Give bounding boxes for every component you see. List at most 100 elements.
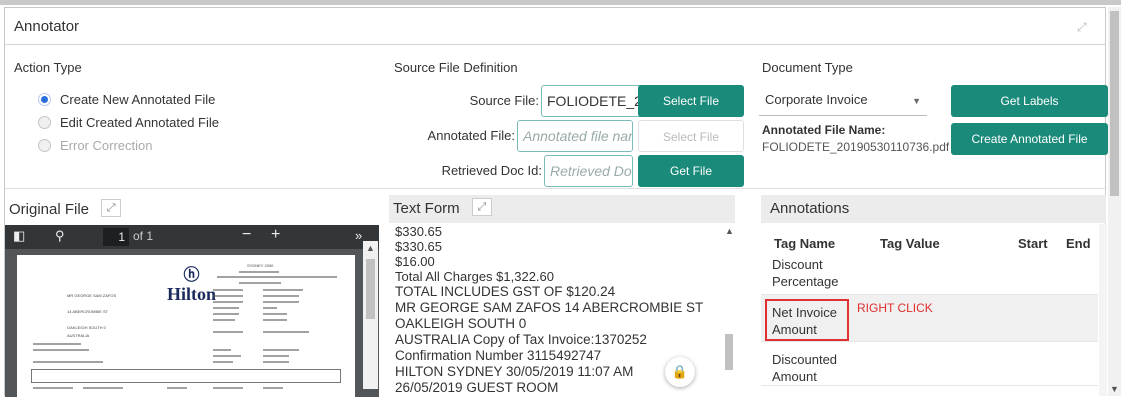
pdf-line <box>213 355 241 357</box>
pdf-line <box>33 361 103 363</box>
text-line[interactable]: OAKLEIGH SOUTH 0 <box>389 316 722 332</box>
text-line[interactable]: $330.65 <box>389 239 722 254</box>
pdf-line <box>239 282 281 284</box>
text-form-scrollbar[interactable]: ▲ <box>722 224 736 396</box>
pdf-page: ⓗ Hilton SYDNEY 2000 MR GEORGE SAM ZAFOS… <box>17 255 355 405</box>
get-file-button[interactable]: Get File <box>638 155 744 187</box>
pdf-line <box>263 289 303 291</box>
original-file-heading: Original File ⤢ <box>5 196 379 224</box>
pdf-line <box>263 361 289 363</box>
pdf-line <box>83 387 123 389</box>
text-line[interactable]: AUSTRALIA Copy of Tax Invoice:1370252 <box>389 332 722 348</box>
pdf-line <box>33 387 73 389</box>
pdf-line <box>263 319 287 321</box>
pdf-line <box>263 387 283 389</box>
radio-create-new[interactable]: Create New Annotated File <box>38 92 215 107</box>
original-file-title: Original File <box>9 201 90 218</box>
pdf-line <box>213 295 243 297</box>
zoom-in-button[interactable]: + <box>271 226 280 244</box>
radio-edit-created[interactable]: Edit Created Annotated File <box>38 115 219 130</box>
pdf-line <box>263 331 309 333</box>
pdf-country: AUSTRALIA <box>67 333 90 338</box>
select-source-file-button[interactable]: Select File <box>638 85 744 117</box>
right-click-callout: RIGHT CLICK <box>857 301 933 315</box>
radio-dot[interactable] <box>38 93 51 106</box>
text-line[interactable]: TOTAL INCLUDES GST OF $120.24 <box>389 284 722 300</box>
sidebar-toggle-icon[interactable]: ◧ <box>13 228 25 244</box>
annotations-table: Tag Name Tag Value Start End Discount Pe… <box>761 224 1098 396</box>
hilton-emblem: ⓗ <box>183 267 200 284</box>
radio-label: Error Correction <box>60 138 153 153</box>
chevron-up-icon[interactable]: ▲ <box>725 226 734 236</box>
text-form-scroll-thumb[interactable] <box>725 334 733 370</box>
search-icon[interactable]: ⚲ <box>55 228 65 244</box>
fullscreen-icon[interactable]: ⤢ <box>471 198 492 217</box>
annotation-tag-name: Discounted Amount <box>772 352 838 384</box>
annotated-file-name-label: Annotated File Name: <box>762 123 886 137</box>
col-start: Start <box>1018 236 1048 251</box>
annotations-heading: Annotations <box>761 195 1106 223</box>
pdf-line <box>263 355 289 357</box>
annotation-row[interactable]: Discount Percentage <box>761 251 1098 295</box>
pdf-line <box>213 349 231 351</box>
text-line[interactable]: Total All Charges $1,322.60 <box>389 269 722 284</box>
page-scrollbar[interactable]: ▼ <box>1108 7 1121 396</box>
title-bar: Annotator ⤢ <box>5 8 1105 45</box>
chevron-up-icon[interactable]: ▲ <box>366 243 375 253</box>
pdf-table-header <box>31 369 341 383</box>
page-count: of 1 <box>133 229 154 243</box>
more-tools-icon[interactable]: » <box>355 228 362 243</box>
pdf-line <box>213 361 233 363</box>
retrieved-doc-id-input[interactable]: Retrieved Doc Id <box>544 155 633 187</box>
pdf-line <box>167 387 187 389</box>
create-annotated-file-button[interactable]: Create Annotated File <box>951 123 1108 155</box>
radio-dot[interactable] <box>38 116 51 129</box>
pdf-line <box>213 387 243 389</box>
document-type-heading: Document Type <box>762 60 853 75</box>
chevron-down-icon: ▼ <box>912 96 921 106</box>
page-scroll-thumb[interactable] <box>1110 11 1119 196</box>
pdf-line <box>213 313 239 315</box>
col-tag-name: Tag Name <box>774 236 836 251</box>
annotation-row-selected[interactable]: Net Invoice Amount RIGHT CLICK <box>761 295 1098 342</box>
lock-icon[interactable]: 🔒 <box>665 357 695 387</box>
document-type-value: Corporate Invoice <box>765 92 868 107</box>
pdf-scrollbar[interactable]: ▲ <box>363 241 378 389</box>
pdf-viewport: ⓗ Hilton SYDNEY 2000 MR GEORGE SAM ZAFOS… <box>5 249 379 405</box>
text-form-heading: Text Form ⤢ <box>389 195 735 223</box>
pdf-line <box>263 307 277 309</box>
zoom-out-button[interactable]: − <box>242 226 251 244</box>
annotated-file-input[interactable]: Annotated file nam <box>517 120 633 152</box>
annotated-file-name-value: FOLIODETE_20190530110736.pdf <box>762 140 950 154</box>
fullscreen-icon[interactable]: ⤢ <box>101 199 122 218</box>
pdf-line <box>33 349 89 351</box>
hilton-wordmark: Hilton <box>167 284 217 304</box>
annotation-row[interactable]: Discounted Amount <box>761 342 1098 386</box>
expand-icon[interactable]: ⤢ <box>1077 20 1091 34</box>
annotations-scrollbar[interactable] <box>1099 224 1107 396</box>
annotation-tag-name: Discount Percentage <box>772 257 839 289</box>
pdf-line <box>239 271 279 273</box>
pdf-line <box>33 343 81 345</box>
select-annotated-file-button: Select File <box>638 120 744 152</box>
pdf-line <box>263 313 287 315</box>
text-line[interactable]: $330.65 <box>389 224 722 239</box>
pdf-line <box>217 276 337 278</box>
text-line[interactable]: $16.00 <box>389 254 722 269</box>
document-type-select[interactable]: Corporate Invoice ▼ <box>759 86 927 116</box>
pdf-address2: OAKLEIGH SOUTH 0 <box>67 325 106 330</box>
window-title: Annotator <box>14 18 80 35</box>
get-labels-button[interactable]: Get Labels <box>951 85 1108 117</box>
radio-dot <box>38 139 51 152</box>
hilton-logo: ⓗ Hilton <box>167 261 216 303</box>
action-type-heading: Action Type <box>14 60 82 75</box>
pdf-scroll-thumb[interactable] <box>366 259 375 319</box>
text-line[interactable]: MR GEORGE SAM ZAFOS 14 ABERCROMBIE ST <box>389 300 722 316</box>
pdf-line <box>263 295 299 297</box>
pdf-address1: 14 ABERCROMBIE ST <box>67 309 109 314</box>
pdf-guest: MR GEORGE SAM ZAFOS <box>67 293 117 298</box>
pdf-line <box>263 301 299 303</box>
retrieved-doc-id-label: Retrieved Doc Id: <box>441 163 542 178</box>
chevron-down-icon[interactable]: ▼ <box>1110 384 1119 394</box>
page-number-input[interactable]: 1 <box>103 228 129 246</box>
